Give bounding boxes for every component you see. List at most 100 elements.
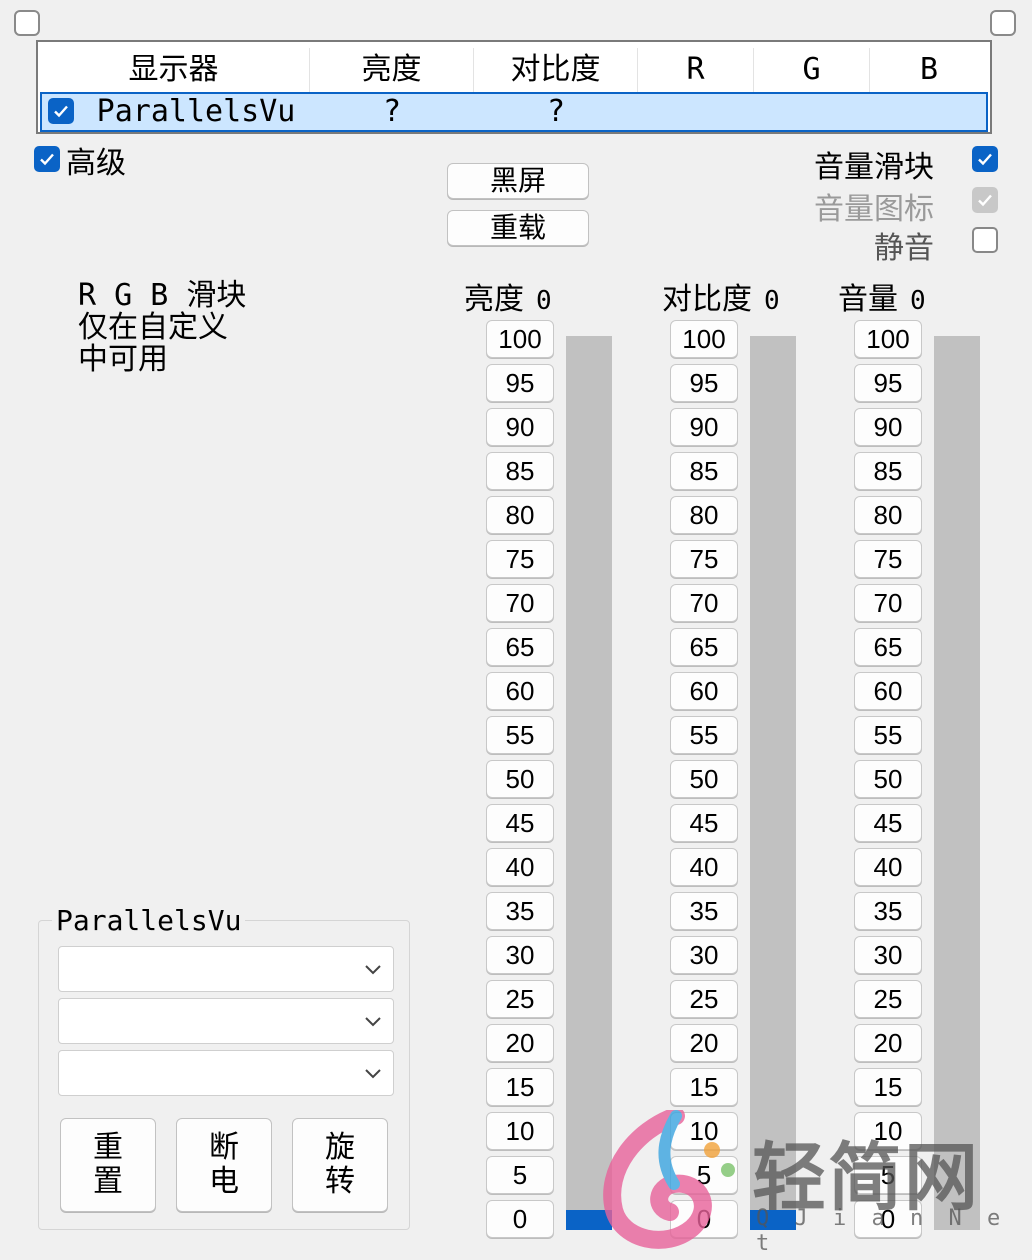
contrast-tick-button[interactable]: 100 (670, 320, 738, 358)
brightness-tick-button[interactable]: 0 (486, 1200, 554, 1238)
volume-tick-button[interactable]: 55 (854, 716, 922, 754)
brightness-tick-button[interactable]: 95 (486, 364, 554, 402)
contrast-slider-track[interactable] (750, 336, 796, 1230)
contrast-header: 对比度 0 (662, 274, 780, 318)
col-header-b[interactable]: B (870, 48, 988, 92)
contrast-tick-button[interactable]: 80 (670, 496, 738, 534)
power-off-button[interactable]: 断 电 (176, 1118, 272, 1212)
row-r (638, 94, 754, 130)
volume-icon-checkbox (972, 187, 998, 213)
check-icon (40, 153, 54, 166)
brightness-tick-button[interactable]: 25 (486, 980, 554, 1018)
col-header-brightness[interactable]: 亮度 (310, 48, 474, 92)
volume-icon-label: 音量图标 (814, 192, 934, 227)
brightness-slider-track[interactable] (566, 336, 612, 1230)
volume-tick-button[interactable]: 100 (854, 320, 922, 358)
volume-slider-label: 音量滑块 (814, 150, 934, 185)
contrast-tick-button[interactable]: 65 (670, 628, 738, 666)
top-left-checkbox[interactable] (14, 10, 40, 36)
volume-tick-button[interactable]: 35 (854, 892, 922, 930)
blackscreen-button[interactable]: 黑屏 (447, 163, 589, 199)
volume-tick-button[interactable]: 15 (854, 1068, 922, 1106)
contrast-tick-button[interactable]: 60 (670, 672, 738, 710)
brightness-tick-button[interactable]: 50 (486, 760, 554, 798)
brightness-tick-button[interactable]: 70 (486, 584, 554, 622)
contrast-tick-button[interactable]: 25 (670, 980, 738, 1018)
col-header-r[interactable]: R (638, 48, 754, 92)
mute-checkbox[interactable] (972, 227, 998, 253)
contrast-tick-button[interactable]: 30 (670, 936, 738, 974)
contrast-label: 对比度 (662, 282, 752, 317)
volume-tick-button[interactable]: 85 (854, 452, 922, 490)
brightness-tick-button[interactable]: 10 (486, 1112, 554, 1150)
power-off-button-line-1: 断 (209, 1130, 239, 1165)
combo-3[interactable] (58, 1050, 394, 1096)
row-contrast: ? (546, 94, 566, 129)
watermark-logo-icon (603, 1110, 735, 1249)
volume-tick-button[interactable]: 70 (854, 584, 922, 622)
volume-slider-track[interactable] (934, 336, 980, 1230)
brightness-tick-button[interactable]: 90 (486, 408, 554, 446)
contrast-tick-button[interactable]: 15 (670, 1068, 738, 1106)
row-b (870, 94, 988, 130)
brightness-tick-button[interactable]: 85 (486, 452, 554, 490)
watermark-subtext: Q J i a n N e t (756, 1206, 1007, 1256)
contrast-tick-button[interactable]: 55 (670, 716, 738, 754)
contrast-tick-button[interactable]: 35 (670, 892, 738, 930)
brightness-tick-button[interactable]: 75 (486, 540, 554, 578)
chevron-down-icon (365, 965, 381, 975)
reset-button[interactable]: 重 置 (60, 1118, 156, 1212)
brightness-tick-button[interactable]: 55 (486, 716, 554, 754)
brightness-tick-button[interactable]: 80 (486, 496, 554, 534)
col-header-monitor[interactable]: 显示器 (38, 48, 310, 92)
brightness-tick-button[interactable]: 35 (486, 892, 554, 930)
col-header-g[interactable]: G (754, 48, 870, 92)
col-header-contrast[interactable]: 对比度 (474, 48, 638, 92)
brightness-tick-button[interactable]: 20 (486, 1024, 554, 1062)
volume-tick-button[interactable]: 65 (854, 628, 922, 666)
volume-tick-button[interactable]: 95 (854, 364, 922, 402)
contrast-tick-button[interactable]: 70 (670, 584, 738, 622)
contrast-tick-button[interactable]: 50 (670, 760, 738, 798)
combo-1[interactable] (58, 946, 394, 992)
brightness-tick-button[interactable]: 5 (486, 1156, 554, 1194)
volume-slider-checkbox[interactable] (972, 146, 998, 172)
volume-tick-button[interactable]: 75 (854, 540, 922, 578)
brightness-tick-button[interactable]: 60 (486, 672, 554, 710)
rotate-button[interactable]: 旋 转 (292, 1118, 388, 1212)
combo-2[interactable] (58, 998, 394, 1044)
contrast-tick-button[interactable]: 75 (670, 540, 738, 578)
volume-tick-button[interactable]: 30 (854, 936, 922, 974)
check-icon (978, 153, 992, 166)
brightness-tick-button[interactable]: 65 (486, 628, 554, 666)
contrast-tick-button[interactable]: 45 (670, 804, 738, 842)
reload-button[interactable]: 重载 (447, 210, 589, 246)
contrast-tick-button[interactable]: 95 (670, 364, 738, 402)
brightness-tick-button[interactable]: 15 (486, 1068, 554, 1106)
top-right-checkbox[interactable] (990, 10, 1016, 36)
advanced-label: 高级 (66, 146, 126, 181)
brightness-tick-button[interactable]: 45 (486, 804, 554, 842)
volume-header: 音量 0 (838, 274, 926, 318)
brightness-tick-button[interactable]: 100 (486, 320, 554, 358)
row-brightness: ? (382, 94, 402, 129)
brightness-tick-button[interactable]: 30 (486, 936, 554, 974)
volume-tick-button[interactable]: 50 (854, 760, 922, 798)
volume-tick-button[interactable]: 60 (854, 672, 922, 710)
contrast-tick-button[interactable]: 40 (670, 848, 738, 886)
volume-tick-button[interactable]: 80 (854, 496, 922, 534)
contrast-tick-button[interactable]: 20 (670, 1024, 738, 1062)
contrast-tick-button[interactable]: 90 (670, 408, 738, 446)
brightness-tick-button[interactable]: 40 (486, 848, 554, 886)
volume-tick-button[interactable]: 45 (854, 804, 922, 842)
watermark: 轻简网 Q J i a n N e t (596, 1110, 1026, 1256)
volume-tick-button[interactable]: 40 (854, 848, 922, 886)
row-g (754, 94, 870, 130)
brightness-value: 0 (536, 286, 552, 316)
contrast-tick-button[interactable]: 85 (670, 452, 738, 490)
volume-tick-button[interactable]: 20 (854, 1024, 922, 1062)
volume-tick-button[interactable]: 25 (854, 980, 922, 1018)
advanced-checkbox[interactable] (34, 146, 60, 172)
volume-tick-button[interactable]: 90 (854, 408, 922, 446)
row-checkbox[interactable] (48, 98, 74, 124)
